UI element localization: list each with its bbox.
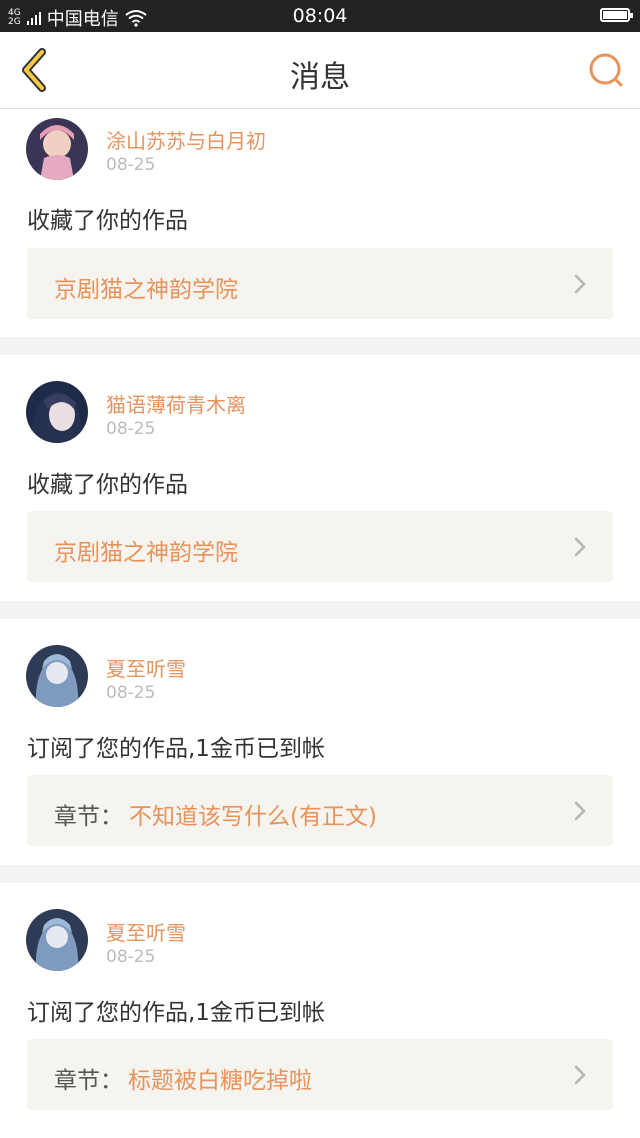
work-link[interactable]: 京剧猫之神韵学院 xyxy=(27,248,613,319)
clock: 08:04 xyxy=(292,5,348,27)
battery-icon xyxy=(600,8,633,22)
avatar[interactable] xyxy=(26,381,88,443)
username[interactable]: 夏至听雪 xyxy=(106,917,186,946)
avatar-image xyxy=(26,645,88,707)
message-card: 夏至听雪 08-25 订阅了您的作品,1金币已到帐 章节： 不知道该写什么(有正… xyxy=(0,619,640,865)
work-title: 京剧猫之神韵学院 xyxy=(54,540,238,566)
chevron-right-icon xyxy=(574,801,586,821)
nav-bar: 消息 xyxy=(0,32,640,109)
chevron-right-icon xyxy=(574,537,586,557)
action-text: 收藏了你的作品 xyxy=(27,472,188,498)
work-label: 章节： xyxy=(54,1068,123,1094)
work-title: 标题被白糖吃掉啦 xyxy=(128,1068,312,1094)
avatar[interactable] xyxy=(26,645,88,707)
username[interactable]: 夏至听雪 xyxy=(106,653,186,682)
work-title: 不知道该写什么(有正文) xyxy=(129,804,377,830)
avatar[interactable] xyxy=(26,909,88,971)
message-card: 夏至听雪 08-25 订阅了您的作品,1金币已到帐 章节： 标题被白糖吃掉啦 xyxy=(0,883,640,1138)
message-date: 08-25 xyxy=(106,683,156,703)
work-link[interactable]: 章节： 标题被白糖吃掉啦 xyxy=(27,1039,613,1110)
avatar-image xyxy=(26,118,88,180)
message-card: 涂山苏苏与白月初 08-25 收藏了你的作品 京剧猫之神韵学院 xyxy=(0,109,640,337)
work-link[interactable]: 京剧猫之神韵学院 xyxy=(27,511,613,582)
message-card: 猫语薄荷青木离 08-25 收藏了你的作品 京剧猫之神韵学院 xyxy=(0,355,640,601)
work-label: 章节： xyxy=(54,804,123,830)
message-date: 08-25 xyxy=(106,419,156,439)
username[interactable]: 猫语薄荷青木离 xyxy=(106,389,246,418)
message-date: 08-25 xyxy=(106,947,156,967)
action-text: 订阅了您的作品,1金币已到帐 xyxy=(27,1000,325,1026)
avatar-image xyxy=(26,909,88,971)
chevron-right-icon xyxy=(574,1065,586,1085)
avatar[interactable] xyxy=(26,118,88,180)
action-text: 收藏了你的作品 xyxy=(27,208,188,234)
work-link[interactable]: 章节： 不知道该写什么(有正文) xyxy=(27,775,613,846)
username[interactable]: 涂山苏苏与白月初 xyxy=(106,125,266,154)
status-bar: 4G 2G 中国电信 08:04 xyxy=(0,0,640,32)
work-title: 京剧猫之神韵学院 xyxy=(54,277,238,303)
action-text: 订阅了您的作品,1金币已到帐 xyxy=(27,736,325,762)
page-title: 消息 xyxy=(290,60,350,95)
message-date: 08-25 xyxy=(106,155,156,175)
avatar-image xyxy=(26,381,88,443)
chevron-right-icon xyxy=(574,274,586,294)
search-icon[interactable] xyxy=(586,50,626,90)
